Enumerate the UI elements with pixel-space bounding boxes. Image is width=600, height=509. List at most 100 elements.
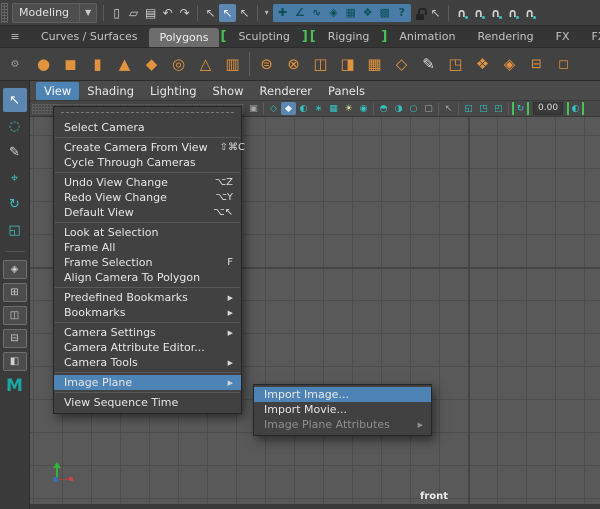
toolbar-drag-handle[interactable] bbox=[1, 3, 8, 23]
shelf-menu-icon[interactable]: ≡ bbox=[0, 26, 30, 47]
separate-icon[interactable]: ◨ bbox=[334, 51, 361, 77]
maya-logo[interactable]: M bbox=[4, 375, 26, 397]
snap-to-view-plane-icon[interactable]: ∩ bbox=[521, 4, 538, 22]
film-gate-icon[interactable]: ▣ bbox=[246, 102, 261, 115]
persp-graph-layout-button[interactable]: ⊟ bbox=[3, 329, 27, 348]
poly-cone-icon[interactable]: ▲ bbox=[111, 51, 138, 77]
insert-edge-loop-icon[interactable]: ◻ bbox=[550, 51, 577, 77]
panel-menu-show[interactable]: Show bbox=[205, 82, 252, 100]
chevron-down-icon[interactable]: ▼ bbox=[79, 4, 96, 22]
menu-item-image-plane[interactable]: Image Plane▶ bbox=[54, 375, 241, 390]
menu-item-cycle-through-cameras[interactable]: Cycle Through Cameras bbox=[54, 155, 241, 170]
select-tool[interactable]: ↖ bbox=[3, 88, 27, 112]
edge-ring-icon[interactable]: ⊟ bbox=[523, 51, 550, 77]
angle-snap-icon[interactable]: ∠ bbox=[291, 4, 308, 22]
use-all-lights-icon[interactable]: ∗ bbox=[311, 102, 326, 115]
menu-tearoff-handle[interactable] bbox=[61, 112, 234, 116]
shelf-tab-fx[interactable]: FX bbox=[545, 26, 581, 47]
exposure-value[interactable]: 0.00 bbox=[533, 102, 563, 115]
menu-item-import-movie[interactable]: Import Movie... bbox=[254, 402, 431, 417]
menu-item-camera-settings[interactable]: Camera Settings▶ bbox=[54, 325, 241, 340]
snap-to-point-icon[interactable]: ∩ bbox=[487, 4, 504, 22]
combine-icon[interactable]: ◫ bbox=[307, 51, 334, 77]
occlusion-icon[interactable]: ◉ bbox=[356, 102, 371, 115]
shelf-tab-fx-caching[interactable]: FX Caching bbox=[581, 26, 600, 47]
poly-pipe-icon[interactable]: ▥ bbox=[219, 51, 246, 77]
outliner-persp-layout-button[interactable]: ◫ bbox=[3, 306, 27, 325]
rotate-tool[interactable]: ↻ bbox=[3, 192, 27, 216]
diamond-snap-icon[interactable]: ◈ bbox=[325, 4, 342, 22]
menu-item-predefined-bookmarks[interactable]: Predefined Bookmarks▶ bbox=[54, 290, 241, 305]
shelf-gear-icon[interactable]: ⚙ bbox=[0, 59, 30, 70]
lasso-tool[interactable]: ◌ bbox=[3, 114, 27, 138]
mirror-icon[interactable]: ◈ bbox=[496, 51, 523, 77]
menu-item-frame-selection[interactable]: Frame SelectionF bbox=[54, 255, 241, 270]
curve-snap-icon[interactable]: ∿ bbox=[308, 4, 325, 22]
extrude-icon[interactable]: ◳ bbox=[442, 51, 469, 77]
default-lighting-icon[interactable]: ☀ bbox=[341, 102, 356, 115]
panel-menu-panels[interactable]: Panels bbox=[320, 82, 373, 100]
open-scene-icon[interactable]: ▱ bbox=[125, 4, 142, 22]
menu-item-redo-view-change[interactable]: Redo View Change⌥Y bbox=[54, 190, 241, 205]
panel-menu-shading[interactable]: Shading bbox=[79, 82, 142, 100]
shelf-tab-polygons[interactable]: Polygons bbox=[149, 28, 220, 47]
isolate-select-icon[interactable]: ↖ bbox=[441, 102, 456, 115]
menu-item-select-camera[interactable]: Select Camera bbox=[54, 120, 241, 135]
shelf-tab-rendering[interactable]: Rendering bbox=[466, 26, 544, 47]
poly-sphere-icon[interactable]: ● bbox=[30, 51, 57, 77]
smooth-mesh-preview-icon[interactable]: ◇ bbox=[388, 51, 415, 77]
gate-mask-icon[interactable]: ◰ bbox=[491, 102, 506, 115]
four-pane-layout-button[interactable]: ⊞ bbox=[3, 283, 27, 302]
poly-cube-icon[interactable]: ◼ bbox=[57, 51, 84, 77]
single-pane-layout-button[interactable]: ◈ bbox=[3, 260, 27, 279]
lock-icon[interactable] bbox=[413, 4, 427, 22]
textured-display-icon[interactable]: ◐ bbox=[296, 102, 311, 115]
shelf-tab-animation[interactable]: Animation bbox=[388, 26, 466, 47]
workspace-selector[interactable]: Modeling ▼ bbox=[12, 3, 97, 23]
menu-item-frame-all[interactable]: Frame All bbox=[54, 240, 241, 255]
poly-plane-icon[interactable]: ◆ bbox=[138, 51, 165, 77]
menu-item-bookmarks[interactable]: Bookmarks▶ bbox=[54, 305, 241, 320]
undo-icon[interactable]: ↶ bbox=[159, 4, 176, 22]
resolution-gate-icon[interactable]: ◳ bbox=[476, 102, 491, 115]
menu-item-camera-tools[interactable]: Camera Tools▶ bbox=[54, 355, 241, 370]
xray-joints-icon[interactable]: ◑ bbox=[391, 102, 406, 115]
menu-item-default-view[interactable]: Default View⌥↖ bbox=[54, 205, 241, 220]
clapper-icon[interactable]: ▩ bbox=[376, 4, 393, 22]
menu-item-create-camera-from-view[interactable]: Create Camera From View⇧⌘C bbox=[54, 140, 241, 155]
boolean-icon[interactable]: ▦ bbox=[361, 51, 388, 77]
menu-item-view-sequence-time[interactable]: View Sequence Time bbox=[54, 395, 241, 410]
menu-item-look-at-selection[interactable]: Look at Selection bbox=[54, 225, 241, 240]
snap-to-grid-icon[interactable]: ∩ bbox=[453, 4, 470, 22]
subdivide-icon[interactable]: ⊗ bbox=[280, 51, 307, 77]
select-object-icon[interactable]: ↖ bbox=[219, 4, 236, 22]
hypershade-persp-layout-button[interactable]: ◧ bbox=[3, 352, 27, 371]
redo-icon[interactable]: ↷ bbox=[176, 4, 193, 22]
symmetry-icon[interactable]: ❖ bbox=[359, 4, 376, 22]
scale-tool[interactable]: ◱ bbox=[3, 218, 27, 242]
multisample-icon[interactable]: ▢ bbox=[421, 102, 436, 115]
overflow-caret-icon[interactable]: ▾ bbox=[262, 4, 271, 22]
poly-torus-icon[interactable]: ◎ bbox=[165, 51, 192, 77]
highlight-selection-icon[interactable]: ↖ bbox=[427, 4, 444, 22]
poly-pyramid-icon[interactable]: △ bbox=[192, 51, 219, 77]
menu-item-align-camera-to-polygon[interactable]: Align Camera To Polygon bbox=[54, 270, 241, 285]
shaded-display-icon[interactable]: ◆ bbox=[281, 102, 296, 115]
field-chart-icon[interactable]: ◱ bbox=[461, 102, 476, 115]
xray-icon[interactable]: ◓ bbox=[376, 102, 391, 115]
select-hierarchy-icon[interactable]: ↖ bbox=[202, 4, 219, 22]
poly-cylinder-icon[interactable]: ▮ bbox=[84, 51, 111, 77]
new-scene-icon[interactable]: ▯ bbox=[108, 4, 125, 22]
shelf-tab-sculpting[interactable]: Sculpting bbox=[227, 26, 300, 47]
grid-mode-icon[interactable]: ▦ bbox=[342, 4, 359, 22]
shelf-tab-curves-surfaces[interactable]: Curves / Surfaces bbox=[30, 26, 149, 47]
select-component-icon[interactable]: ↖ bbox=[236, 4, 253, 22]
shadows-icon[interactable]: ▦ bbox=[326, 102, 341, 115]
snap-to-curve-icon[interactable]: ∩ bbox=[470, 4, 487, 22]
menu-item-camera-attribute-editor[interactable]: Camera Attribute Editor... bbox=[54, 340, 241, 355]
motion-blur-icon[interactable]: ○ bbox=[406, 102, 421, 115]
shelf-tab-rigging[interactable]: Rigging bbox=[317, 26, 381, 47]
panel-menu-lighting[interactable]: Lighting bbox=[142, 82, 204, 100]
move-mode-icon[interactable]: ✚ bbox=[274, 4, 291, 22]
menu-item-undo-view-change[interactable]: Undo View Change⌥Z bbox=[54, 175, 241, 190]
